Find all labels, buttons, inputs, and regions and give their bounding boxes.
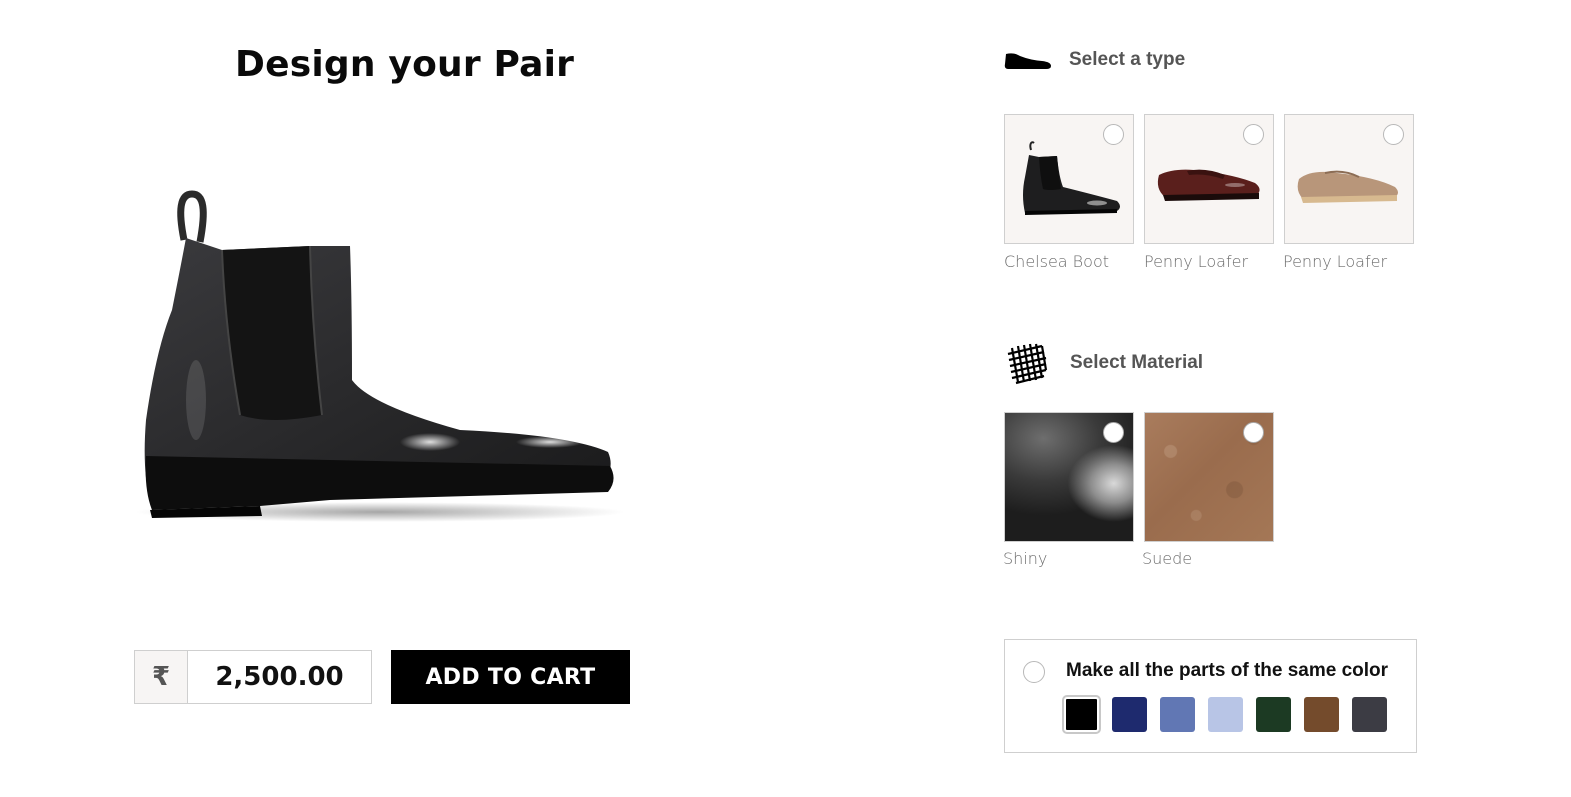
material-label-suede: Suede — [1142, 549, 1193, 568]
page-title: Design your Pair — [235, 44, 575, 85]
shoe-preview-image — [130, 180, 640, 530]
type-section-header: Select a type — [1004, 48, 1185, 72]
currency-symbol: ₹ — [135, 651, 188, 703]
mesh-texture-icon — [1004, 340, 1050, 386]
type-radio[interactable] — [1243, 124, 1264, 145]
color-swatch[interactable] — [1208, 697, 1243, 732]
color-swatch[interactable] — [1112, 697, 1147, 732]
type-section-title: Select a type — [1069, 49, 1186, 70]
type-label-penny-loafer-1: Penny Loafer — [1144, 252, 1249, 271]
type-label-chelsea-boot: Chelsea Boot — [1004, 252, 1109, 271]
color-swatch[interactable] — [1304, 697, 1339, 732]
color-swatch[interactable] — [1160, 697, 1195, 732]
material-section-title: Select Material — [1070, 352, 1204, 373]
color-swatch[interactable] — [1256, 697, 1291, 732]
color-swatch[interactable] — [1064, 697, 1099, 732]
shoe-icon — [1004, 48, 1052, 72]
type-radio[interactable] — [1383, 124, 1404, 145]
type-label-penny-loafer-2: Penny Loafer — [1283, 252, 1388, 271]
type-option-penny-loafer-burgundy[interactable] — [1144, 114, 1274, 244]
material-section-header: Select Material — [1004, 340, 1203, 386]
color-swatch-list — [1064, 697, 1387, 732]
material-label-shiny: Shiny — [1003, 549, 1048, 568]
type-option-chelsea-boot[interactable] — [1004, 114, 1134, 244]
type-radio[interactable] — [1103, 124, 1124, 145]
add-to-cart-button[interactable]: ADD TO CART — [391, 650, 630, 704]
material-option-suede[interactable] — [1144, 412, 1274, 542]
same-color-title: Make all the parts of the same color — [1066, 660, 1389, 681]
type-option-penny-loafer-tan[interactable] — [1284, 114, 1414, 244]
same-color-panel: Make all the parts of the same color — [1004, 639, 1417, 753]
price-value: 2,500.00 — [215, 662, 344, 692]
color-swatch[interactable] — [1352, 697, 1387, 732]
material-radio[interactable] — [1103, 422, 1124, 443]
price-display: ₹ 2,500.00 — [134, 650, 372, 704]
material-option-shiny[interactable] — [1004, 412, 1134, 542]
same-color-radio[interactable] — [1023, 661, 1045, 683]
material-radio[interactable] — [1243, 422, 1264, 443]
